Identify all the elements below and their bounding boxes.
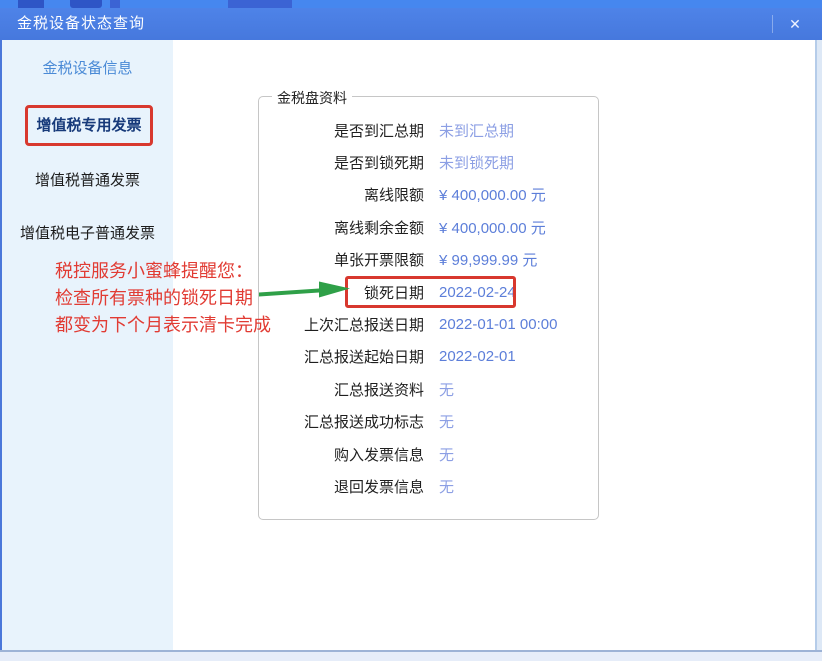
background-window-strip [0, 0, 822, 8]
row-value: 无 [439, 379, 454, 400]
row-value: 2022-01-01 00:00 [439, 316, 557, 333]
row-label: 是否到汇总期 [260, 120, 424, 141]
row-value: 未到锁死期 [439, 152, 514, 173]
reminder-note-line: 税控服务小蜜蜂提醒您： [55, 258, 265, 285]
info-row: 是否到汇总期未到汇总期 [260, 114, 597, 146]
close-icon[interactable]: ✕ [780, 8, 810, 40]
background-logo-fragment [110, 0, 120, 8]
row-value: 2022-02-01 [439, 348, 516, 365]
reminder-note-line: 检查所有票种的锁死日期 [55, 285, 265, 312]
info-row: 汇总报送起始日期 2022-02-01 [260, 341, 597, 373]
info-row: 单张开票限额 ¥ 99,999.99 元 [260, 244, 597, 276]
app-window: 金税设备状态查询 ✕ 金税设备信息 增值税专用发票 增值税普通发票 增值税电子普… [0, 0, 822, 661]
green-arrow-icon [259, 278, 351, 300]
row-value: 无 [439, 444, 454, 465]
background-logo-fragment [18, 0, 44, 8]
reminder-note: 税控服务小蜜蜂提醒您： 检查所有票种的锁死日期 都变为下个月表示清卡完成 [55, 258, 265, 339]
lock-date-highlight-box [345, 276, 516, 308]
info-row: 汇总报送成功标志无 [260, 406, 597, 438]
row-label: 购入发票信息 [260, 444, 424, 465]
row-label: 离线限额 [260, 184, 424, 205]
background-logo-fragment [228, 0, 292, 8]
fieldset-legend: 金税盘资料 [272, 88, 352, 108]
window-title: 金税设备状态查询 [17, 8, 145, 40]
row-label: 汇总报送资料 [260, 379, 424, 400]
row-label: 汇总报送起始日期 [260, 346, 424, 367]
row-label: 汇总报送成功标志 [260, 411, 424, 432]
row-label: 上次汇总报送日期 [260, 314, 424, 335]
background-logo-fragment [70, 0, 102, 8]
info-row: 退回发票信息无 [260, 470, 597, 502]
row-value: ¥ 400,000.00 元 [439, 184, 546, 205]
row-label: 离线剩余金额 [260, 217, 424, 238]
row-value: ¥ 99,999.99 元 [439, 249, 537, 270]
window-border [0, 40, 2, 650]
row-label: 是否到锁死期 [260, 152, 424, 173]
info-row: 离线剩余金额 ¥ 400,000.00 元 [260, 211, 597, 243]
row-label: 退回发票信息 [260, 476, 424, 497]
reminder-note-line: 都变为下个月表示清卡完成 [55, 312, 265, 339]
row-label: 单张开票限额 [260, 249, 424, 270]
info-row: 上次汇总报送日期 2022-01-01 00:00 [260, 308, 597, 340]
row-value: 无 [439, 411, 454, 432]
sidebar-item-vat-special-invoice[interactable]: 增值税专用发票 [25, 105, 153, 146]
window-border [0, 652, 822, 661]
info-row: 汇总报送资料无 [260, 373, 597, 405]
row-value: 无 [439, 476, 454, 497]
sidebar-item-device-info[interactable]: 金税设备信息 [2, 60, 173, 78]
row-value: 未到汇总期 [439, 120, 514, 141]
sidebar-item-vat-ordinary-invoice[interactable]: 增值税普通发票 [2, 172, 173, 190]
info-row: 离线限额 ¥ 400,000.00 元 [260, 179, 597, 211]
row-value: ¥ 400,000.00 元 [439, 217, 546, 238]
sidebar-item-vat-e-invoice[interactable]: 增值税电子普通发票 [2, 225, 173, 243]
device-data-fieldset: 金税盘资料 是否到汇总期未到汇总期是否到锁死期未到锁死期离线限额¥ 400,00… [258, 96, 599, 520]
dialog-body: 金税设备信息 增值税专用发票 增值税普通发票 增值税电子普通发票 金税盘资料 是… [2, 40, 815, 650]
info-row: 购入发票信息无 [260, 438, 597, 470]
title-bar: 金税设备状态查询 ✕ [0, 8, 822, 40]
window-border [817, 40, 822, 650]
info-rows: 是否到汇总期未到汇总期是否到锁死期未到锁死期离线限额¥ 400,000.00 元… [260, 114, 597, 503]
info-row: 是否到锁死期未到锁死期 [260, 146, 597, 178]
titlebar-divider [772, 15, 773, 33]
